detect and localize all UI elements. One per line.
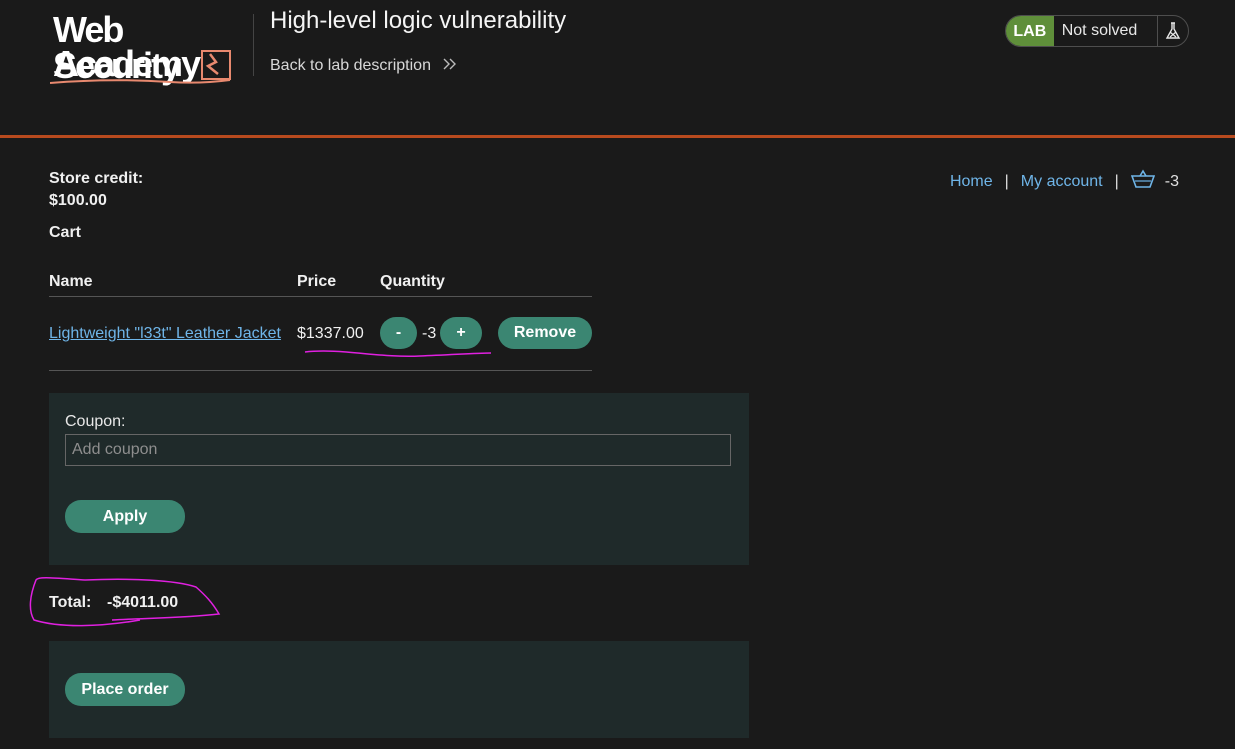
place-order-button[interactable]: Place order xyxy=(65,673,185,706)
nav-separator: | xyxy=(1114,172,1119,190)
product-price: $1337.00 xyxy=(297,325,364,342)
lab-status-text: Not solved xyxy=(1061,22,1138,39)
store-credit-value: $100.00 xyxy=(49,192,107,209)
nav-separator: | xyxy=(1004,172,1009,190)
back-chevrons-icon xyxy=(443,57,457,73)
header-divider xyxy=(253,14,254,76)
store-credit-label: Store credit: xyxy=(49,170,144,187)
coupon-input[interactable] xyxy=(65,434,731,466)
web-security-academy-logo[interactable]: Web Security Academy xyxy=(50,12,250,87)
total-value: -$4011.00 xyxy=(107,594,179,611)
back-link-label: Back to lab description xyxy=(270,57,431,74)
logo-mark-icon xyxy=(50,50,231,84)
table-row: Lightweight "l33t" Leather Jacket $1337.… xyxy=(49,297,592,371)
apply-coupon-button[interactable]: Apply xyxy=(65,500,185,533)
column-header-name: Name xyxy=(49,273,93,290)
lab-title: High-level logic vulnerability xyxy=(270,7,567,34)
flask-icon[interactable] xyxy=(1157,16,1188,46)
column-header-quantity: Quantity xyxy=(380,273,445,290)
cart-item-count: -3 xyxy=(1164,172,1179,190)
coupon-panel: Coupon: Apply xyxy=(49,393,749,565)
cart-title: Cart xyxy=(49,224,82,241)
quantity-value: -3 xyxy=(422,325,437,342)
top-navigation: Home | My account | -3 xyxy=(950,169,1179,194)
place-order-panel: Place order xyxy=(49,641,749,738)
lab-badge: LAB xyxy=(1006,16,1054,46)
increase-quantity-button[interactable]: + xyxy=(440,317,482,349)
column-header-price: Price xyxy=(297,273,337,290)
decrease-quantity-button[interactable]: - xyxy=(380,317,417,349)
back-to-lab-description-link[interactable]: Back to lab description xyxy=(270,57,457,75)
cart-basket-icon[interactable] xyxy=(1130,169,1155,194)
cart-table-header: Name Price Quantity xyxy=(49,273,592,297)
coupon-label: Coupon: xyxy=(65,413,126,430)
remove-item-button[interactable]: Remove xyxy=(498,317,592,349)
home-link[interactable]: Home xyxy=(950,173,993,191)
site-header: Web Security Academy High-level logic vu… xyxy=(0,0,1235,138)
total-label: Total: xyxy=(49,594,92,611)
lab-status-widget: LAB Not solved xyxy=(1005,15,1189,47)
my-account-link[interactable]: My account xyxy=(1021,173,1103,191)
product-name-link[interactable]: Lightweight "l33t" Leather Jacket xyxy=(49,325,281,343)
